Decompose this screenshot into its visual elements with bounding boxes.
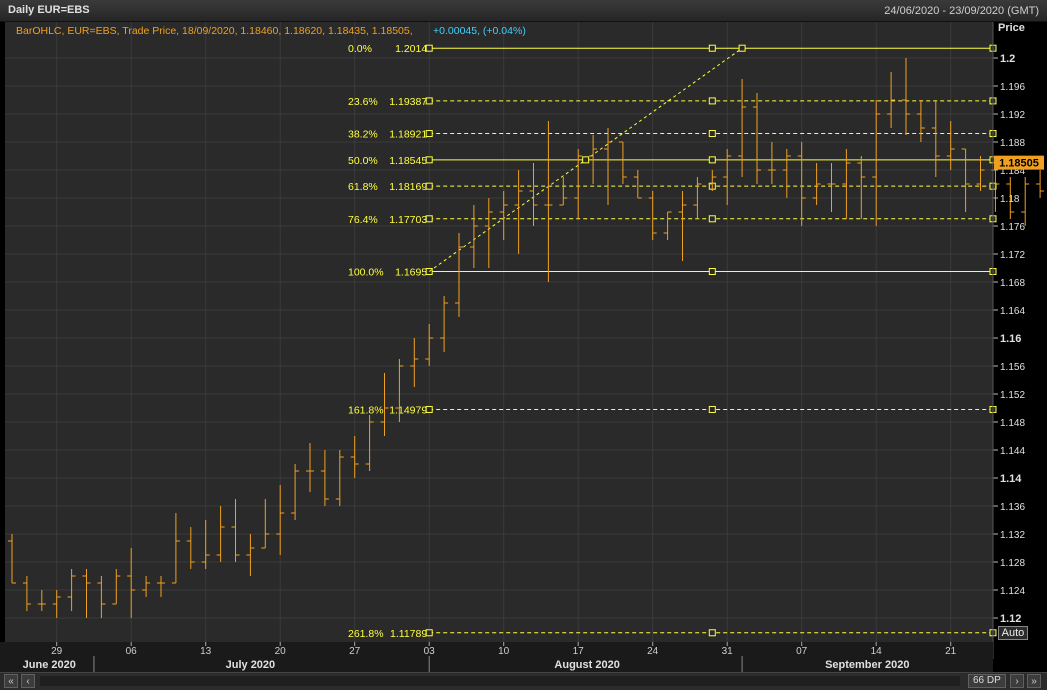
fib-handle [425, 97, 433, 105]
y-tick-label: 1.148 [1000, 418, 1025, 429]
fib-level-value: 1.18545 [389, 155, 427, 167]
x-tick-label: 10 [498, 646, 510, 657]
x-tick-label: 27 [349, 646, 361, 657]
y-tick-label: 1.128 [1000, 558, 1025, 569]
x-tick-label: 24 [647, 646, 659, 657]
legend-text: BarOHLC, EUR=EBS, Trade Price, 18/09/202… [16, 25, 413, 37]
y-axis: 1.21.1961.1921.1881.1841.181.1761.1721.1… [992, 22, 1044, 659]
y-tick-label: 1.192 [1000, 110, 1025, 121]
month-label: September 2020 [825, 659, 909, 671]
y-tick-label: 1.156 [1000, 362, 1025, 373]
scroll-track[interactable] [40, 676, 960, 686]
fib-level-value: 1.18921 [389, 129, 427, 141]
ohlc-bar [1021, 177, 1030, 226]
last-price-label: 1.18505 [999, 158, 1039, 170]
y-tick-label: 1.196 [1000, 82, 1025, 93]
fib-handle [708, 130, 716, 138]
plot-background [5, 22, 993, 642]
y-tick-label: 1.164 [1000, 306, 1025, 317]
x-tick-label: 29 [51, 646, 63, 657]
x-tick-label: 14 [871, 646, 883, 657]
scroll-right-button[interactable]: › [1010, 674, 1024, 688]
y-tick-label: 1.144 [1000, 446, 1025, 457]
x-tick-label: 17 [573, 646, 585, 657]
y-tick-label: 1.14 [1000, 473, 1022, 485]
fib-level-pct: 38.2% [348, 129, 378, 141]
fib-handle [425, 44, 433, 52]
y-tick-label: 1.168 [1000, 278, 1025, 289]
y-tick-label: 1.16 [1000, 333, 1021, 345]
auto-scale-button[interactable]: Auto [998, 626, 1028, 640]
y-tick-label: 1.124 [1000, 586, 1025, 597]
date-range: 24/06/2020 - 23/09/2020 (GMT) [884, 5, 1039, 17]
fib-level-value: 1.1695 [395, 267, 427, 279]
fib-handle [708, 629, 716, 637]
fib-level-pct: 50.0% [348, 155, 378, 167]
fib-handle [425, 182, 433, 190]
scroll-start-button[interactable]: « [4, 674, 18, 688]
y-tick-label: 1.188 [1000, 138, 1025, 149]
legend-change: +0.00045, (+0.04%) [433, 25, 526, 37]
x-tick-label: 06 [126, 646, 138, 657]
fib-handle [582, 156, 590, 164]
ohlc-bar [1036, 170, 1045, 198]
y-tick-label: 1.2 [1000, 53, 1015, 65]
y-tick-label: 1.176 [1000, 222, 1025, 233]
fib-level-value: 1.19387 [389, 96, 427, 108]
month-label: July 2020 [226, 659, 276, 671]
x-tick-label: 07 [796, 646, 808, 657]
fib-level-value: 1.17703 [389, 214, 427, 226]
month-label: August 2020 [554, 659, 619, 671]
x-tick-label: 03 [424, 646, 436, 657]
y-tick-label: 1.12 [1000, 613, 1021, 625]
fib-level-pct: 61.8% [348, 181, 378, 193]
y-tick-label: 1.132 [1000, 530, 1025, 541]
x-axis: 29 06 13 20 27 03 10 17 24 31 07 14 21 June 2020 July … [0, 642, 993, 672]
fib-handle [708, 97, 716, 105]
data-points-button[interactable]: 66 DP [968, 674, 1006, 688]
y-tick-label: 1.152 [1000, 390, 1025, 401]
fib-handle [708, 405, 716, 413]
fib-level-pct: 76.4% [348, 214, 378, 226]
month-label: June 2020 [23, 659, 76, 671]
y-tick-label: 1.172 [1000, 250, 1025, 261]
fib-level-value: 1.18169 [389, 181, 427, 193]
fib-handle [708, 156, 716, 164]
window-title: Daily EUR=EBS [8, 4, 90, 16]
fib-level-pct: 161.8% [348, 404, 384, 416]
fib-handle [738, 44, 746, 52]
fib-level-value: 1.2014 [395, 43, 427, 55]
x-tick-label: 20 [275, 646, 287, 657]
scroll-bar: « ‹ 66 DP › » [0, 672, 1047, 690]
y-tick-label: 1.18 [1000, 194, 1020, 205]
fib-level-value: 1.14979 [389, 404, 427, 416]
ohlc-chart[interactable]: 0.0% 1.2014 23.6% 1.19387 38.2% 1.18921 50.0% 1… [0, 22, 1047, 672]
fib-handle [708, 215, 716, 223]
fib-handle [708, 44, 716, 52]
fib-handle [425, 156, 433, 164]
fib-level-pct: 23.6% [348, 96, 378, 108]
y-tick-label: 1.136 [1000, 502, 1025, 513]
fib-handle [425, 130, 433, 138]
fib-level-pct: 0.0% [348, 43, 372, 55]
fib-handle [425, 629, 433, 637]
x-tick-label: 13 [200, 646, 212, 657]
fib-handle [708, 268, 716, 275]
y-axis-title: Price [998, 22, 1025, 34]
fib-level-value: 1.11789 [390, 628, 427, 640]
x-tick-label: 31 [722, 646, 734, 657]
x-tick-label: 21 [945, 646, 957, 657]
title-bar: Daily EUR=EBS 24/06/2020 - 23/09/2020 (G… [0, 0, 1047, 22]
fib-level-pct: 100.0% [348, 267, 384, 279]
fib-handle [425, 215, 433, 223]
fib-level-pct: 261.8% [348, 628, 384, 640]
fib-handle [425, 405, 433, 413]
scroll-left-button[interactable]: ‹ [21, 674, 35, 688]
scroll-end-button[interactable]: » [1027, 674, 1041, 688]
